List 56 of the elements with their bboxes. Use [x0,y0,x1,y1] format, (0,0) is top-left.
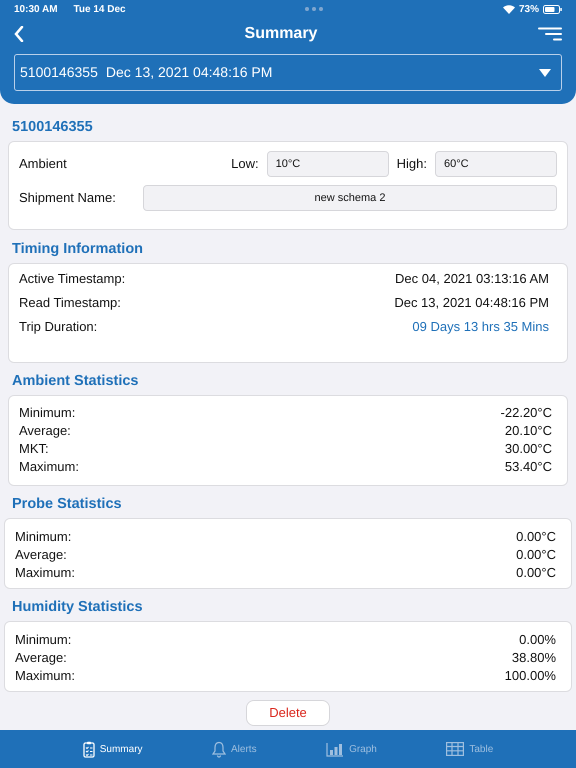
bar-chart-icon [326,742,344,756]
row-value: 09 Days 13 hrs 35 Mins [412,318,549,336]
stat-value: 0.00°C [516,564,556,582]
stat-label: Maximum: [15,564,75,582]
stat-label: MKT: [19,440,49,458]
stat-label: Minimum: [15,631,72,649]
shipment-name-label: Shipment Name: [19,189,117,208]
bell-icon [212,740,226,758]
status-date: Tue 14 Dec [74,2,126,16]
wifi-icon [502,4,515,14]
section-title: Ambient Statistics [11,372,140,390]
high-label: High: [396,155,427,174]
shipment-name-field[interactable]: new schema 2 [143,185,557,211]
row-value: Dec 04, 2021 03:13:16 AM [395,270,549,288]
stat-value: 20.10°C [504,422,552,440]
section-title: Probe Statistics [11,495,123,513]
sensor-label: Ambient [19,155,68,174]
tab-button[interactable]: Alerts [212,740,257,758]
clipboard-icon [82,740,95,758]
stat-value: 53.40°C [504,458,552,476]
screen-title: Summary [244,24,318,44]
stat-label: Minimum: [15,528,72,546]
row-label: Read Timestamp: [19,294,121,312]
section-title: Timing Information [11,240,144,258]
low-field[interactable]: 10°C [266,151,389,177]
delete-button[interactable]: Delete [246,700,330,726]
stat-value: 100.00% [504,667,556,685]
table-icon [446,742,464,756]
row-label: Trip Duration: [19,318,98,336]
stat-value: 0.00°C [516,546,556,564]
stat-label: Maximum: [15,667,75,685]
tab-button[interactable]: Table [446,742,494,756]
stat-value: 38.80% [512,649,556,667]
stat-label: Maximum: [19,458,79,476]
stat-value: 0.00°C [516,528,556,546]
battery-percentage: 73% [518,2,539,16]
stat-label: Average: [15,649,67,667]
stat-label: Minimum: [19,404,76,422]
record-dropdown[interactable]: 5100146355 Dec 13, 2021 04:48:16 PM [14,54,562,91]
stat-value: 0.00% [519,631,556,649]
multitasking-icon [305,7,324,11]
high-field[interactable]: 60°C [435,151,557,177]
row-label: Active Timestamp: [19,270,126,288]
caret-icon [539,68,551,76]
tab-button[interactable]: Summary [82,740,143,758]
stat-value: -22.20°C [500,404,552,422]
battery-icon [543,4,562,14]
low-label: Low: [231,155,259,174]
stat-value: 30.00°C [504,440,552,458]
section-title: Humidity Statistics [11,598,144,616]
tab-button[interactable]: Graph [326,742,377,756]
stat-label: Average: [19,422,71,440]
section-title: 5100146355 [11,118,94,136]
status-time: 10:30 AM [14,2,58,16]
row-value: Dec 13, 2021 04:48:16 PM [394,294,549,312]
stat-label: Average: [15,546,67,564]
